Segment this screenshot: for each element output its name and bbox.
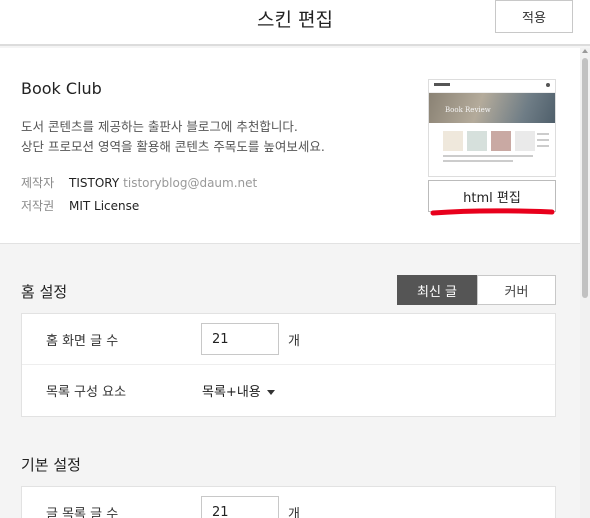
list-post-count-row: 글 목록 글 수 개 — [22, 487, 555, 518]
skin-description-line-2: 상단 프로모션 영역을 활용해 콘텐츠 주목도를 높여보세요. — [21, 139, 325, 154]
preview-text-line — [443, 160, 513, 162]
preview-banner: Book Review — [429, 93, 555, 123]
preview-card — [515, 131, 535, 151]
list-post-count-input[interactable] — [201, 496, 279, 518]
skin-name: Book Club — [21, 79, 102, 98]
skin-description: 도서 콘텐츠를 제공하는 출판사 블로그에 추천합니다. 상단 프로모션 영역을… — [21, 117, 401, 157]
basic-settings-title: 기본 설정 — [21, 456, 81, 474]
preview-text-line — [443, 155, 533, 157]
tab-latest-posts[interactable]: 최신 글 — [397, 275, 477, 305]
author-email: tistoryblog@daum.net — [123, 176, 258, 190]
skin-license: 저작권 MIT License — [21, 197, 139, 214]
list-compose-dropdown[interactable]: 목록+내용 — [202, 381, 275, 400]
skin-info-panel: Book Club 도서 콘텐츠를 제공하는 출판사 블로그에 추천합니다. 상… — [0, 48, 580, 244]
preview-card — [443, 131, 463, 151]
top-bar: 스킨 편집 적용 — [0, 0, 590, 46]
chevron-down-icon — [266, 390, 275, 395]
red-underline-annotation — [430, 208, 555, 216]
basic-settings-panel: 글 목록 글 수 개 — [21, 486, 556, 518]
home-post-count-input[interactable] — [201, 323, 279, 355]
preview-sidebar-line — [537, 133, 549, 135]
apply-button[interactable]: 적용 — [495, 0, 573, 33]
home-post-count-label: 홈 화면 글 수 — [46, 334, 119, 349]
author-label: 제작자 — [21, 176, 55, 190]
list-compose-row: 목록 구성 요소 목록+내용 — [22, 365, 555, 416]
license-value: MIT License — [69, 199, 140, 213]
tab-cover[interactable]: 커버 — [477, 275, 556, 305]
preview-header — [429, 80, 555, 93]
vertical-scrollbar[interactable] — [580, 48, 590, 518]
preview-card — [491, 131, 511, 151]
list-compose-value: 목록+내용 — [202, 385, 261, 400]
home-settings-tabs: 최신 글 커버 — [397, 275, 556, 305]
skin-preview-thumbnail: Book Review — [428, 79, 556, 177]
home-post-count-row: 홈 화면 글 수 개 — [22, 314, 555, 365]
preview-sidebar-line — [537, 139, 549, 141]
skin-description-line-1: 도서 콘텐츠를 제공하는 출판사 블로그에 추천합니다. — [21, 119, 298, 134]
skin-author: 제작자 TISTORY tistoryblog@daum.net — [21, 174, 257, 191]
home-settings-panel: 홈 화면 글 수 개 목록 구성 요소 목록+내용 — [21, 313, 556, 417]
scrollbar-thumb[interactable] — [582, 58, 588, 298]
home-settings-title: 홈 설정 — [21, 283, 68, 301]
preview-banner-text: Book Review — [445, 106, 491, 114]
author-name: TISTORY — [69, 176, 120, 190]
main-content: Book Club 도서 콘텐츠를 제공하는 출판사 블로그에 추천합니다. 상… — [0, 48, 580, 518]
preview-logo — [434, 83, 450, 86]
preview-menu-icon — [546, 83, 550, 87]
license-label: 저작권 — [21, 199, 55, 213]
list-compose-label: 목록 구성 요소 — [46, 385, 127, 400]
list-post-count-unit: 개 — [288, 507, 300, 518]
preview-cards — [429, 123, 555, 176]
preview-card — [467, 131, 487, 151]
preview-sidebar-line — [537, 145, 549, 147]
scroll-up-arrow-icon[interactable] — [582, 49, 588, 53]
list-post-count-label: 글 목록 글 수 — [46, 507, 119, 518]
home-post-count-unit: 개 — [288, 334, 300, 349]
